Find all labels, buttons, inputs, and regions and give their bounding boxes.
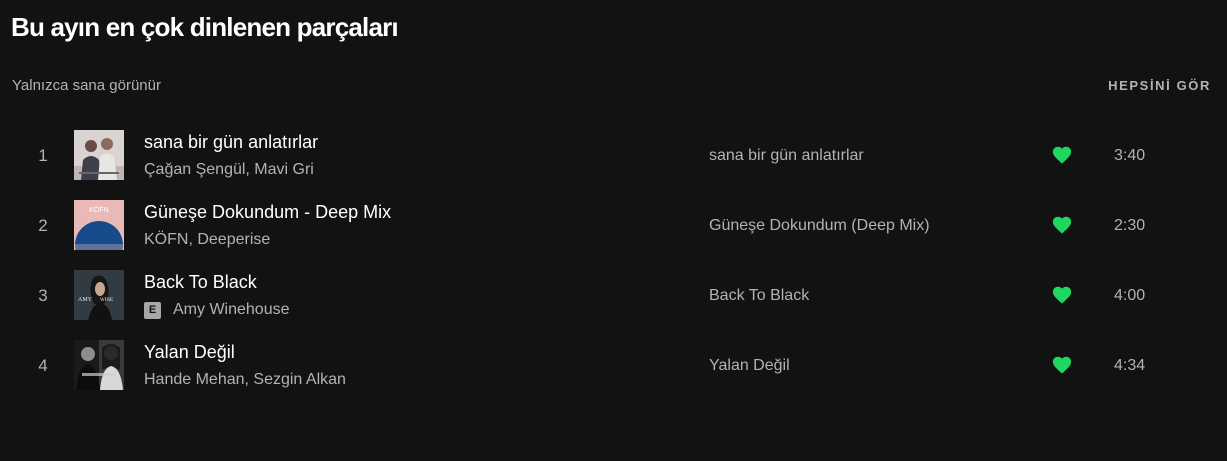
track-number: 1: [38, 146, 48, 165]
album-cover[interactable]: [74, 130, 124, 180]
track-title[interactable]: sana bir gün anlatırlar: [144, 131, 318, 153]
explicit-badge: E: [144, 301, 161, 319]
track-number: 4: [38, 356, 48, 375]
cover-text: KÖFN: [89, 206, 108, 214]
track-duration: 4:00: [1114, 287, 1146, 304]
track-number: 3: [38, 286, 48, 305]
track-info: sana bir gün anlatırlar Çağan Şengül, Ma…: [144, 131, 318, 180]
track-artist-line: KÖFN, Deeperise: [144, 230, 391, 250]
svg-text:AMY: AMY: [78, 297, 93, 303]
album-cover-photo-icon: [74, 130, 124, 180]
track-album[interactable]: Yalan Değil: [709, 330, 790, 402]
album-cover[interactable]: AMY WINE: [74, 270, 124, 320]
track-artists[interactable]: Amy Winehouse: [173, 300, 290, 320]
see-all-link[interactable]: HEPSİNİ GÖR: [1108, 78, 1211, 93]
track-artists[interactable]: Hande Mehan, Sezgin Alkan: [144, 370, 346, 390]
top-tracks-section: Bu ayın en çok dinlenen parçaları Yalnız…: [0, 0, 1227, 461]
liked-heart-icon[interactable]: [1051, 354, 1073, 376]
track-artist-line: E Amy Winehouse: [144, 300, 290, 320]
liked-heart-icon[interactable]: [1051, 284, 1073, 306]
track-duration: 4:34: [1114, 357, 1146, 374]
track-number: 2: [38, 216, 48, 235]
track-artists[interactable]: Çağan Şengül, Mavi Gri: [144, 160, 314, 180]
track-artist-line: Çağan Şengül, Mavi Gri: [144, 160, 318, 180]
track-duration: 2:30: [1114, 217, 1146, 234]
section-subtitle: Yalnızca sana görünür: [12, 77, 161, 94]
track-artists[interactable]: KÖFN, Deeperise: [144, 230, 270, 250]
track-info: Güneşe Dokundum - Deep Mix KÖFN, Deeperi…: [144, 201, 391, 250]
track-title[interactable]: Back To Black: [144, 271, 290, 293]
album-cover-bw-photo-icon: [74, 340, 124, 390]
track-album[interactable]: Back To Black: [709, 260, 809, 332]
track-duration: 3:40: [1114, 147, 1146, 164]
svg-text:WINE: WINE: [100, 298, 113, 303]
track-row[interactable]: 2 KÖFN Güneşe Dokundum - Deep Mix KÖFN, …: [0, 190, 1227, 260]
track-list: 1 sana bir gün anlatırlar Çağan Şengül, …: [0, 120, 1227, 400]
album-cover[interactable]: [74, 340, 124, 390]
track-info: Yalan Değil Hande Mehan, Sezgin Alkan: [144, 341, 346, 390]
track-album[interactable]: sana bir gün anlatırlar: [709, 120, 864, 192]
track-artist-line: Hande Mehan, Sezgin Alkan: [144, 370, 346, 390]
track-row[interactable]: 1 sana bir gün anlatırlar Çağan Şengül, …: [0, 120, 1227, 190]
track-title[interactable]: Yalan Değil: [144, 341, 346, 363]
album-cover[interactable]: KÖFN: [74, 200, 124, 250]
album-cover-sun-icon: KÖFN: [74, 200, 124, 250]
track-row[interactable]: 4 Yalan Değil Hande Mehan, Sezgin Alkan: [0, 330, 1227, 400]
track-title[interactable]: Güneşe Dokundum - Deep Mix: [144, 201, 391, 223]
track-album[interactable]: Güneşe Dokundum (Deep Mix): [709, 190, 930, 262]
album-cover-portrait-icon: AMY WINE: [74, 270, 124, 320]
track-row[interactable]: 3 AMY WINE Back To Black E Amy Winehouse: [0, 260, 1227, 330]
liked-heart-icon[interactable]: [1051, 214, 1073, 236]
liked-heart-icon[interactable]: [1051, 144, 1073, 166]
track-info: Back To Black E Amy Winehouse: [144, 271, 290, 320]
section-title[interactable]: Bu ayın en çok dinlenen parçaları: [11, 12, 399, 43]
